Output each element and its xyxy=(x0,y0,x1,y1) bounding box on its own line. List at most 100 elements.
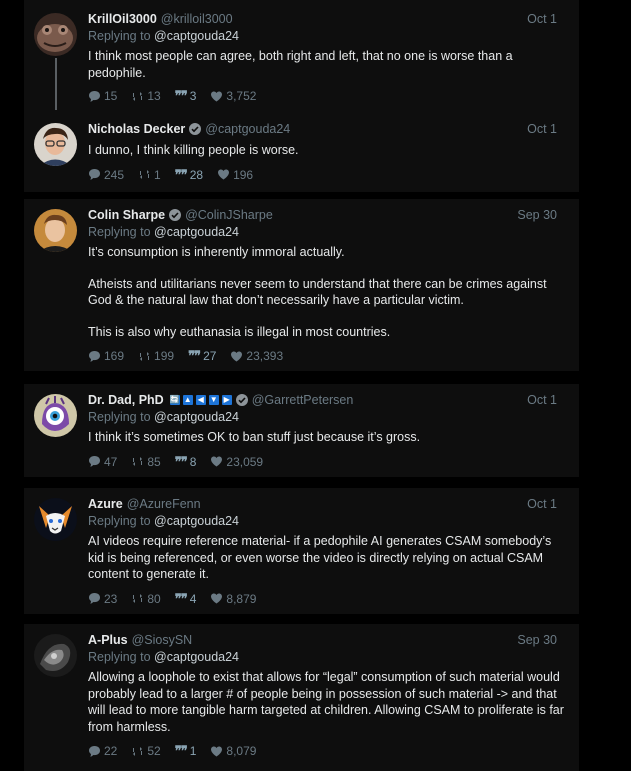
tweet-dr-dad[interactable]: Dr. Dad, PhD 🔄 ▲ ◀ ▼ ▶ @GarrettPetersen … xyxy=(24,384,579,470)
user-handle[interactable]: @ColinJSharpe xyxy=(185,208,273,222)
user-handle[interactable]: @krilloil3000 xyxy=(161,12,233,26)
user-handle[interactable]: @AzureFenn xyxy=(127,497,201,511)
quote-count[interactable]: ❞❞ 28 xyxy=(175,167,203,183)
replying-prefix: Replying to xyxy=(88,650,151,664)
retweet-count[interactable]: 199 xyxy=(138,349,174,363)
thread-card[interactable]: KrillOil3000 @krilloil3000 Oct 1 Replyin… xyxy=(24,0,579,192)
tweet-stats: 23 80 ❞❞ 4 8,879 xyxy=(88,591,565,607)
retweet-count[interactable]: 52 xyxy=(131,744,161,758)
tweet-card[interactable]: Azure @AzureFenn Oct 1 Replying to @capt… xyxy=(24,488,579,614)
reply-count-value: 23 xyxy=(104,591,118,606)
like-count-value: 196 xyxy=(233,167,254,182)
retweet-icon xyxy=(133,746,143,756)
tweet-nicholas-decker[interactable]: Nicholas Decker @captgouda24 Oct 1 I dun… xyxy=(24,120,579,183)
avatar[interactable] xyxy=(34,13,77,56)
heart-icon xyxy=(218,169,230,180)
like-count-value: 3,752 xyxy=(226,89,257,103)
reply-bubble-icon xyxy=(89,745,100,757)
replying-to-link[interactable]: @captgouda24 xyxy=(154,225,239,239)
display-name[interactable]: Nicholas Decker xyxy=(88,122,185,136)
quote-count-value: 28 xyxy=(189,167,204,182)
display-name[interactable]: Dr. Dad, PhD xyxy=(88,393,164,407)
retweet-count[interactable]: 80 xyxy=(131,592,161,606)
refresh-badge-icon: 🔄 xyxy=(169,395,180,405)
like-count[interactable]: 8,079 xyxy=(210,744,256,758)
like-count[interactable]: 23,393 xyxy=(230,349,283,363)
retweet-count[interactable]: 13 xyxy=(131,89,161,103)
quote-count[interactable]: ❞❞ 8 xyxy=(175,454,197,470)
frog-avatar-icon xyxy=(34,13,77,56)
user-handle[interactable]: @captgouda24 xyxy=(205,122,290,136)
quote-count-value: 3 xyxy=(189,89,197,103)
display-name[interactable]: Azure xyxy=(88,497,123,511)
tweet-colin-sharpe[interactable]: Colin Sharpe @ColinJSharpe Sep 30 Replyi… xyxy=(24,199,579,364)
avatar[interactable] xyxy=(34,209,77,252)
retweet-count[interactable]: 85 xyxy=(131,455,161,469)
replying-to-link[interactable]: @captgouda24 xyxy=(154,650,239,664)
reply-count[interactable]: 23 xyxy=(88,592,117,606)
retweet-count[interactable]: 1 xyxy=(138,168,161,182)
reply-bubble-icon xyxy=(89,169,100,180)
replying-prefix: Replying to xyxy=(88,514,151,528)
replying-to-link[interactable]: @captgouda24 xyxy=(154,410,239,424)
quote-count[interactable]: ❞❞ 4 xyxy=(175,591,197,607)
tweet-header: A-Plus @SiosySN Sep 30 xyxy=(88,631,565,649)
tweet-date[interactable]: Oct 1 xyxy=(527,12,557,26)
user-handle[interactable]: @GarrettPetersen xyxy=(252,393,354,407)
reply-count-value: 169 xyxy=(104,349,125,363)
like-count[interactable]: 8,879 xyxy=(210,592,256,606)
replying-to: Replying to @captgouda24 xyxy=(88,649,565,666)
avatar[interactable] xyxy=(34,123,77,166)
tweet-a-plus[interactable]: A-Plus @SiosySN Sep 30 Replying to @capt… xyxy=(24,624,579,759)
reply-count[interactable]: 245 xyxy=(88,168,124,182)
like-count[interactable]: 3,752 xyxy=(210,89,256,103)
retweet-count-value: 199 xyxy=(154,349,175,363)
retweet-count-value: 13 xyxy=(147,89,161,103)
like-count[interactable]: 23,059 xyxy=(210,455,263,469)
tweet-krilloil[interactable]: KrillOil3000 @krilloil3000 Oct 1 Replyin… xyxy=(24,10,579,104)
quote-count[interactable]: ❞❞ 27 xyxy=(188,348,216,364)
quote-icon: ❞❞ xyxy=(174,453,188,469)
tweet-date[interactable]: Oct 1 xyxy=(527,393,557,407)
quote-count[interactable]: ❞❞ 1 xyxy=(175,743,197,759)
reply-count[interactable]: 15 xyxy=(88,89,117,103)
tweet-paragraph: It’s consumption is inherently immoral a… xyxy=(88,245,345,259)
reply-count[interactable]: 169 xyxy=(88,349,124,363)
avatar[interactable] xyxy=(34,498,77,541)
tweet-date[interactable]: Sep 30 xyxy=(517,633,557,647)
display-name[interactable]: KrillOil3000 xyxy=(88,12,157,26)
display-name[interactable]: A-Plus xyxy=(88,633,128,647)
avatar[interactable] xyxy=(34,394,77,437)
tweet-card[interactable]: Colin Sharpe @ColinJSharpe Sep 30 Replyi… xyxy=(24,199,579,371)
down-arrow-badge-icon: ▼ xyxy=(208,395,219,405)
tweet-azure[interactable]: Azure @AzureFenn Oct 1 Replying to @capt… xyxy=(24,488,579,607)
tweet-card[interactable]: A-Plus @SiosySN Sep 30 Replying to @capt… xyxy=(24,624,579,771)
replying-to-link[interactable]: @captgouda24 xyxy=(154,29,239,43)
reply-bubble-icon xyxy=(89,350,100,362)
display-name[interactable]: Colin Sharpe xyxy=(88,208,165,222)
quote-icon: ❞❞ xyxy=(174,590,188,606)
quote-count[interactable]: ❞❞ 3 xyxy=(175,88,197,104)
tweet-date[interactable]: Sep 30 xyxy=(517,208,557,222)
like-count-value: 23,059 xyxy=(226,454,264,469)
tweet-header: Nicholas Decker @captgouda24 Oct 1 xyxy=(88,120,565,138)
retweet-count-value: 52 xyxy=(147,744,161,758)
avatar[interactable] xyxy=(34,634,77,677)
replying-to: Replying to @captgouda24 xyxy=(88,28,565,45)
tweet-date[interactable]: Oct 1 xyxy=(527,497,557,511)
user-handle[interactable]: @SiosySN xyxy=(132,633,193,647)
replying-prefix: Replying to xyxy=(88,29,151,43)
quote-icon: ❞❞ xyxy=(188,348,201,363)
tweet-card[interactable]: Dr. Dad, PhD 🔄 ▲ ◀ ▼ ▶ @GarrettPetersen … xyxy=(24,384,579,477)
heart-icon xyxy=(211,593,223,604)
tweet-date[interactable]: Oct 1 xyxy=(527,122,557,136)
reply-count-value: 15 xyxy=(104,89,118,103)
tweet-header: Azure @AzureFenn Oct 1 xyxy=(88,495,565,513)
like-count[interactable]: 196 xyxy=(217,168,253,182)
heart-icon xyxy=(211,456,223,467)
reply-count[interactable]: 22 xyxy=(88,744,117,758)
quote-icon: ❞❞ xyxy=(174,88,188,103)
replying-to-link[interactable]: @captgouda24 xyxy=(154,514,239,528)
reply-count[interactable]: 47 xyxy=(88,455,117,469)
quote-count-value: 27 xyxy=(203,349,217,363)
